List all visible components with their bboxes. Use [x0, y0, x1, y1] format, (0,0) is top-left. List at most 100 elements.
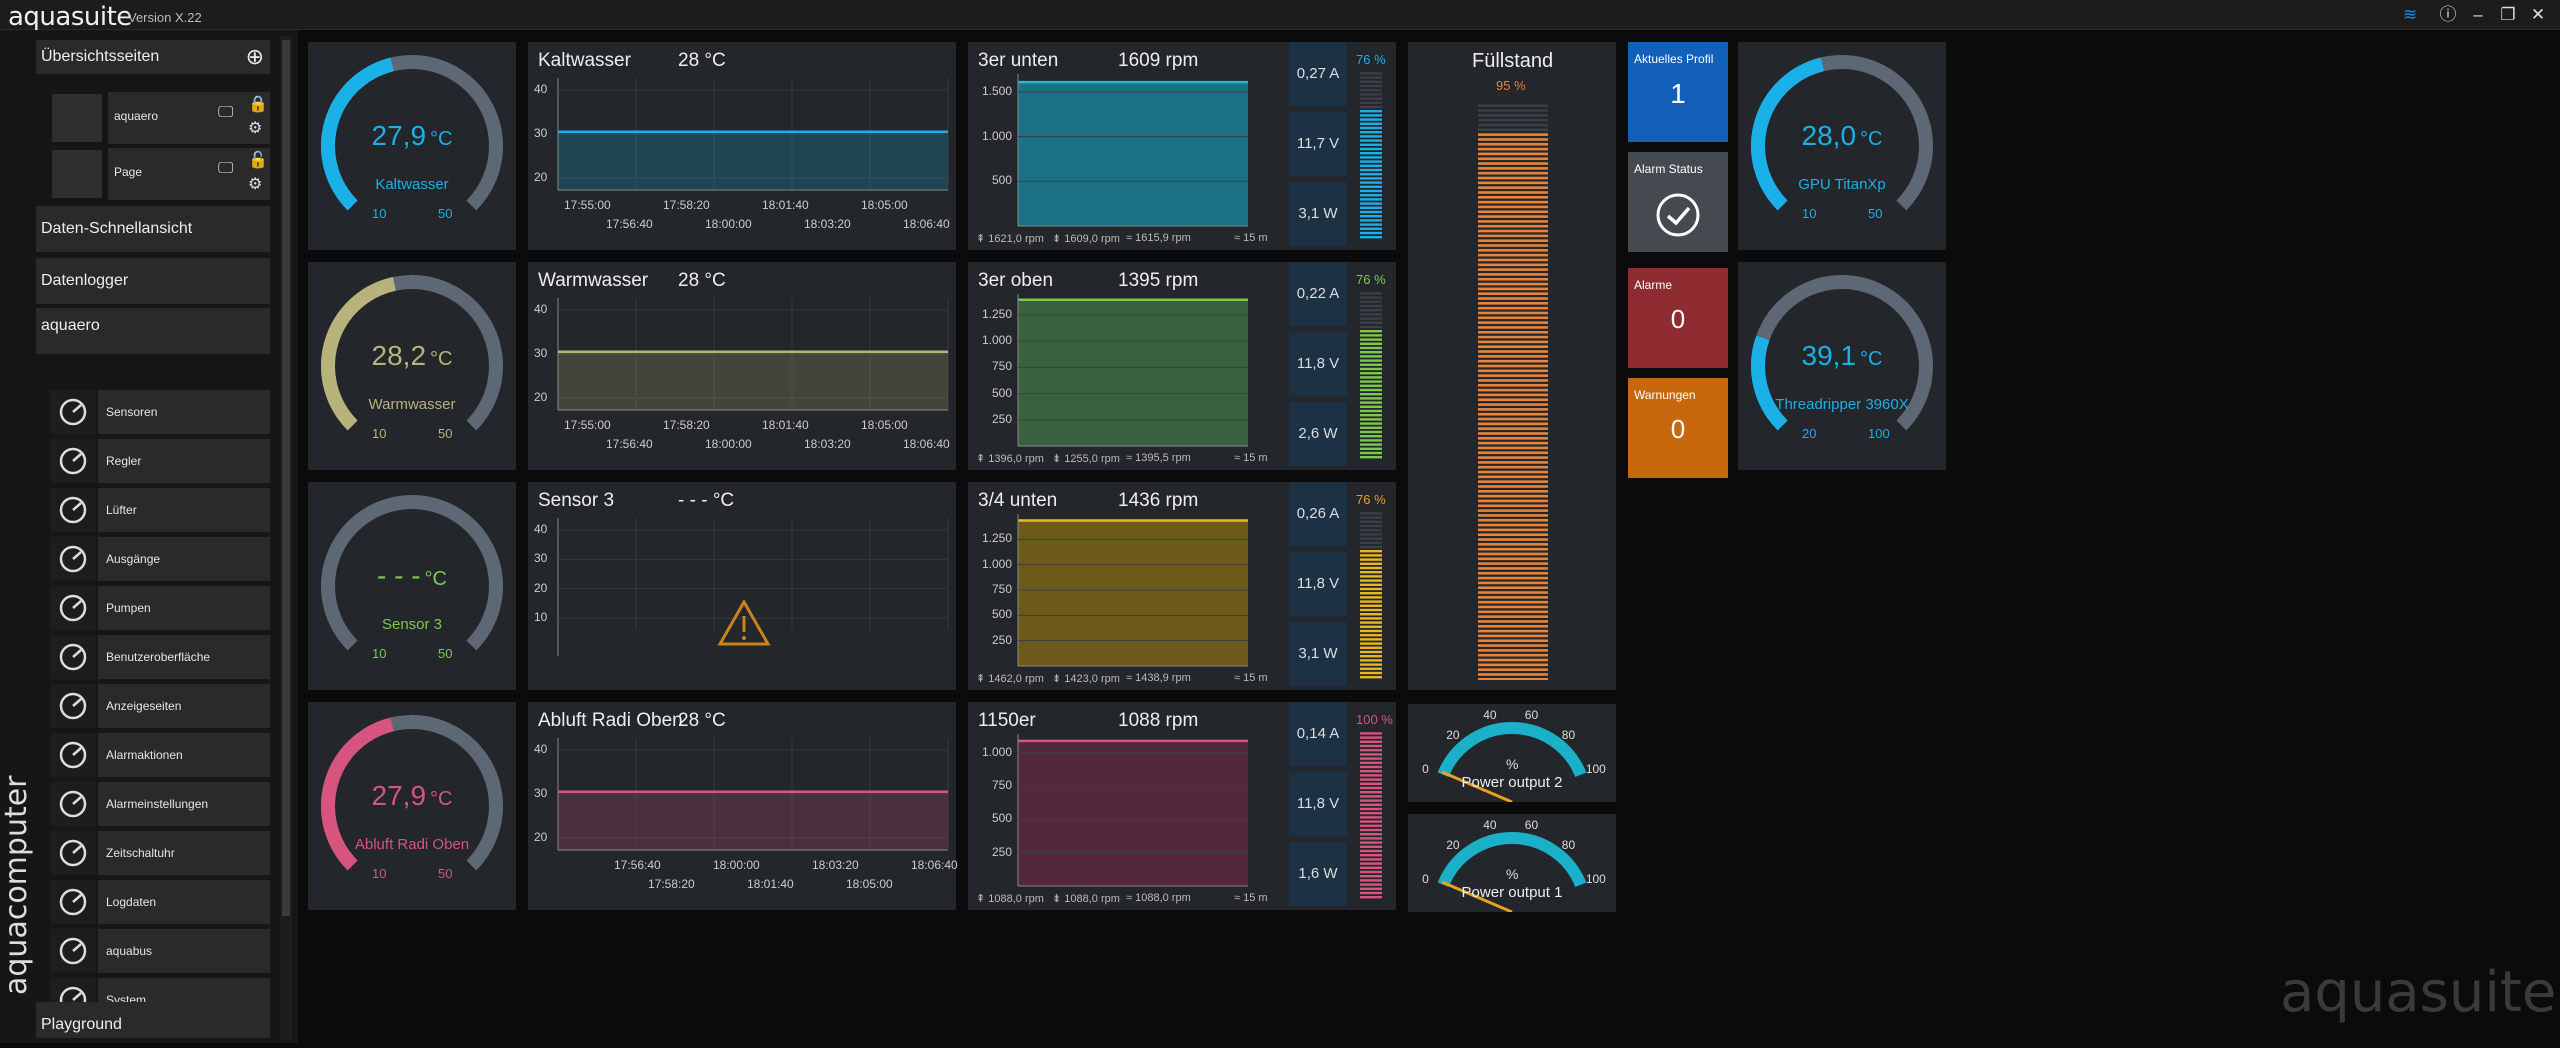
dial-tick-label: 80 — [1561, 837, 1576, 852]
gauge-max: 50 — [1868, 206, 1883, 221]
y-tick-label: 30 — [534, 551, 548, 566]
quickview-button[interactable]: Daten-Schnellansicht — [36, 206, 270, 252]
datalogger-button[interactable]: Datenlogger — [36, 258, 270, 304]
sidebar-icon-box — [50, 782, 96, 826]
monitor-icon[interactable]: 🖵 — [218, 104, 233, 122]
fan-watt-value: 3,1 W — [1289, 622, 1347, 686]
sidebar-icon-box — [50, 439, 96, 483]
y-tick-label: 250 — [991, 411, 1012, 426]
fan-power-percent: 100 % — [1356, 712, 1393, 727]
sidebar-item-zeitschaltuhr[interactable]: Zeitschaltuhr — [50, 831, 270, 875]
fan-area — [1018, 520, 1248, 666]
unlock-icon[interactable]: 🔓 — [248, 150, 268, 170]
fan-stat: ⇞ 1462,0 rpm — [976, 673, 1044, 685]
fan-chart: 3/4 unten 1436 rpm 1.250 1.000 750 500 250 0,26… — [968, 482, 1396, 690]
alarm-settings-icon — [59, 790, 87, 818]
gauge-min: 10 — [372, 866, 387, 881]
sidebar-icon-box — [50, 488, 96, 532]
fan-watt-value: 3,1 W — [1289, 182, 1347, 246]
close-button[interactable]: ✕ — [2526, 4, 2550, 26]
fill-level-bar — [1478, 104, 1548, 680]
status-tile[interactable]: Alarme 0 — [1628, 268, 1728, 368]
gauge-label: Sensor 3 — [381, 616, 443, 633]
fan-power-percent: 76 % — [1356, 52, 1386, 67]
fan-power-bar — [1360, 72, 1382, 239]
sidebar-item-alarmeinstellungen[interactable]: Alarmeinstellungen — [50, 782, 270, 826]
fan-stat: ⇞ 1396,0 rpm — [976, 453, 1044, 465]
x-tick-label: 17:55:00 — [564, 198, 611, 212]
temperature-gauge: 28,0 °C GPU TitanXp 10 50 — [1738, 42, 1946, 250]
info-icon[interactable]: ⓘ — [2436, 4, 2460, 26]
fan-watt-value: 2,6 W — [1289, 402, 1347, 466]
app-version: Version X.22 — [128, 10, 202, 25]
playground-button[interactable]: Playground — [36, 1002, 270, 1038]
fan-stat: ⇞ 1088,0 rpm — [976, 893, 1044, 905]
monitor-icon — [59, 692, 87, 720]
scrollbar-thumb[interactable] — [282, 40, 290, 916]
sliders-icon — [59, 447, 87, 475]
sidebar-item-aquabus[interactable]: aquabus — [50, 929, 270, 973]
add-page-icon[interactable]: ⊕ — [246, 40, 264, 74]
monitor-icon[interactable]: 🖵 — [218, 160, 233, 178]
x-tick-label: 18:01:40 — [747, 877, 794, 891]
sidebar-item-anzeigeseiten[interactable]: Anzeigeseiten — [50, 684, 270, 728]
tile-title: Aktuelles Profil — [1634, 52, 1714, 66]
sidebar-scrollbar[interactable] — [280, 36, 292, 1040]
status-tile[interactable]: Warnungen 0 — [1628, 378, 1728, 478]
sidebar-item-label: Alarmaktionen — [98, 733, 270, 777]
gauge-min: 10 — [372, 206, 387, 221]
gauge-value: 39,1 °C — [1801, 340, 1883, 371]
y-tick-label: 1.000 — [981, 333, 1012, 348]
x-tick-label: 17:56:40 — [606, 437, 653, 451]
overview-page-aquaero[interactable]: aquaero 🖵 🔒 ⚙ — [50, 92, 270, 144]
fan-stat: ≈ 1438,9 rpm — [1126, 672, 1191, 684]
gauge-max: 50 — [438, 646, 453, 661]
device-header[interactable]: aquaero — [36, 308, 270, 354]
sidebar-item-label: Pumpen — [98, 586, 270, 630]
y-tick-label: 750 — [991, 778, 1012, 792]
fan-stat: ≈ 15 m — [1234, 452, 1268, 464]
gauge-label: Kaltwasser — [375, 176, 449, 193]
minimize-button[interactable]: – — [2466, 4, 2490, 26]
sidebar-item-benutzeroberfläche[interactable]: Benutzeroberfläche — [50, 635, 270, 679]
layers-icon[interactable]: ≋ — [2398, 4, 2422, 26]
x-tick-label: 17:58:20 — [663, 198, 710, 212]
sidebar-item-alarmaktionen[interactable]: Alarmaktionen — [50, 733, 270, 777]
status-tile[interactable]: Alarm Status — [1628, 152, 1728, 252]
fan-amp-value: 0,22 A — [1289, 262, 1347, 326]
fan-power-percent: 76 % — [1356, 492, 1386, 507]
sidebar-item-logdaten[interactable]: Logdaten — [50, 880, 270, 924]
fill-level-title: Füllstand — [1472, 50, 1554, 72]
fan-stat: ≈ 1395,5 rpm — [1126, 452, 1191, 464]
power-label: Power output 1 — [1461, 884, 1563, 901]
sidebar-item-pumpen[interactable]: Pumpen — [50, 586, 270, 630]
restore-button[interactable]: ❐ — [2496, 4, 2520, 26]
sidebar-item-ausgänge[interactable]: Ausgänge — [50, 537, 270, 581]
status-tile[interactable]: Aktuelles Profil 1 — [1628, 42, 1728, 142]
fan-stat: ≈ 1615,9 rpm — [1126, 232, 1191, 244]
sidebar-item-regler[interactable]: Regler — [50, 439, 270, 483]
pump-icon — [59, 594, 87, 622]
y-tick-label: 500 — [991, 173, 1012, 188]
title-bar: aquasuite Version X.22 ≋ ⓘ – ❐ ✕ — [0, 0, 2560, 32]
fan-area — [1018, 740, 1248, 886]
tile-title: Warnungen — [1634, 388, 1696, 402]
sidebar-item-lüfter[interactable]: Lüfter — [50, 488, 270, 532]
timer-icon — [59, 839, 87, 867]
gauge-max: 50 — [438, 426, 453, 441]
lock-icon[interactable]: 🔒 — [248, 94, 268, 114]
overview-pages-header[interactable]: Übersichtsseiten ⊕ — [36, 40, 270, 74]
fill-level-panel: Füllstand 95 % — [1408, 42, 1616, 690]
gauge-value: - - - °C — [377, 560, 447, 591]
overview-page-page[interactable]: Page 🖵 🔓 ⚙ — [50, 148, 270, 200]
gear-icon[interactable]: ⚙ — [248, 174, 262, 194]
fan-stat: ⇟ 1609,0 rpm — [1052, 233, 1120, 245]
fan-chart: 3er oben 1395 rpm 1.250 1.000 750 500 250 0,22 … — [968, 262, 1396, 470]
fan-power-percent: 76 % — [1356, 272, 1386, 287]
gear-icon[interactable]: ⚙ — [248, 118, 262, 138]
temperature-gauge: 39,1 °C Threadripper 3960X 20 100 — [1738, 262, 1946, 470]
fan-stat: ⇟ 1255,0 rpm — [1052, 453, 1120, 465]
fan-stat: ≈ 15 m — [1234, 672, 1268, 684]
tile-value: 0 — [1670, 414, 1686, 444]
sidebar-item-sensoren[interactable]: Sensoren — [50, 390, 270, 434]
